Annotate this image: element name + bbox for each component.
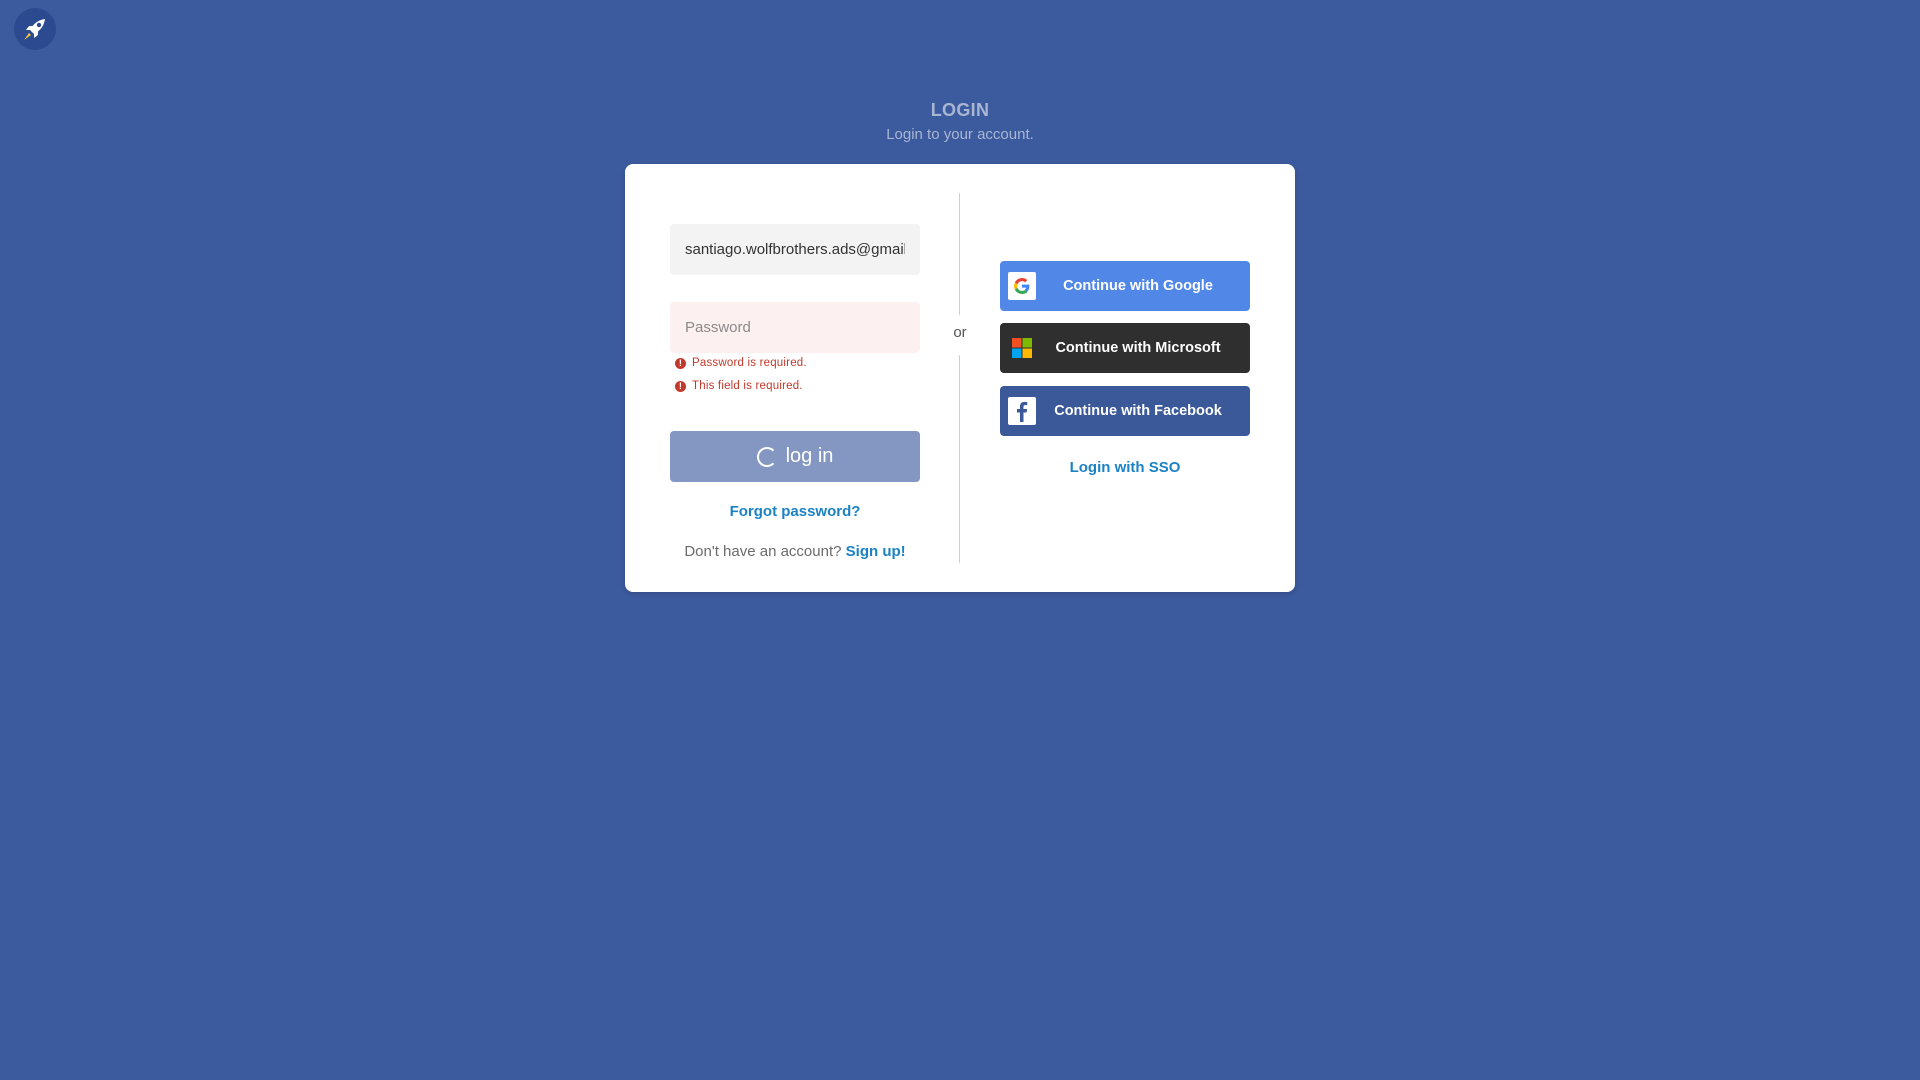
page-title: LOGIN bbox=[930, 100, 990, 120]
facebook-icon bbox=[1008, 397, 1036, 425]
forgot-password-link[interactable]: Forgot password? bbox=[670, 502, 920, 522]
field-required-error: ! This field is required. bbox=[675, 380, 803, 392]
password-error-text: Password is required. bbox=[692, 357, 807, 369]
microsoft-login-label: Continue with Microsoft bbox=[1055, 340, 1221, 356]
or-separator: or bbox=[953, 324, 967, 341]
google-login-label: Continue with Google bbox=[1063, 278, 1213, 294]
loading-spinner-icon bbox=[756, 446, 777, 467]
app-logo[interactable] bbox=[14, 8, 56, 50]
divider-line-bottom bbox=[959, 355, 960, 563]
login-button-label: log in bbox=[785, 445, 834, 467]
facebook-login-button[interactable]: Continue with Facebook bbox=[1000, 386, 1250, 436]
signup-prompt: Don't have an account? bbox=[684, 543, 842, 560]
signup-link[interactable]: Sign up! bbox=[846, 543, 906, 560]
divider-line-top bbox=[959, 193, 960, 315]
error-icon: ! bbox=[675, 380, 686, 392]
login-card: ! Password is required. ! This field is … bbox=[625, 164, 1295, 592]
email-field[interactable] bbox=[670, 224, 920, 275]
facebook-login-label: Continue with Facebook bbox=[1054, 403, 1222, 419]
microsoft-login-button[interactable]: Continue with Microsoft bbox=[1000, 323, 1250, 373]
google-icon bbox=[1008, 272, 1036, 300]
page-header: LOGIN Login to your account. bbox=[0, 98, 1920, 146]
microsoft-icon bbox=[1008, 334, 1036, 362]
login-button[interactable]: log in bbox=[670, 431, 920, 482]
sso-login-link[interactable]: Login with SSO bbox=[1000, 458, 1250, 478]
signup-row: Don't have an account? Sign up! bbox=[670, 542, 920, 562]
password-field[interactable] bbox=[670, 302, 920, 353]
google-login-button[interactable]: Continue with Google bbox=[1000, 261, 1250, 311]
page-subtitle: Login to your account. bbox=[886, 126, 1034, 143]
error-icon: ! bbox=[675, 357, 686, 369]
password-error: ! Password is required. bbox=[675, 357, 807, 369]
field-required-error-text: This field is required. bbox=[692, 380, 803, 392]
rocket-icon bbox=[18, 12, 52, 46]
